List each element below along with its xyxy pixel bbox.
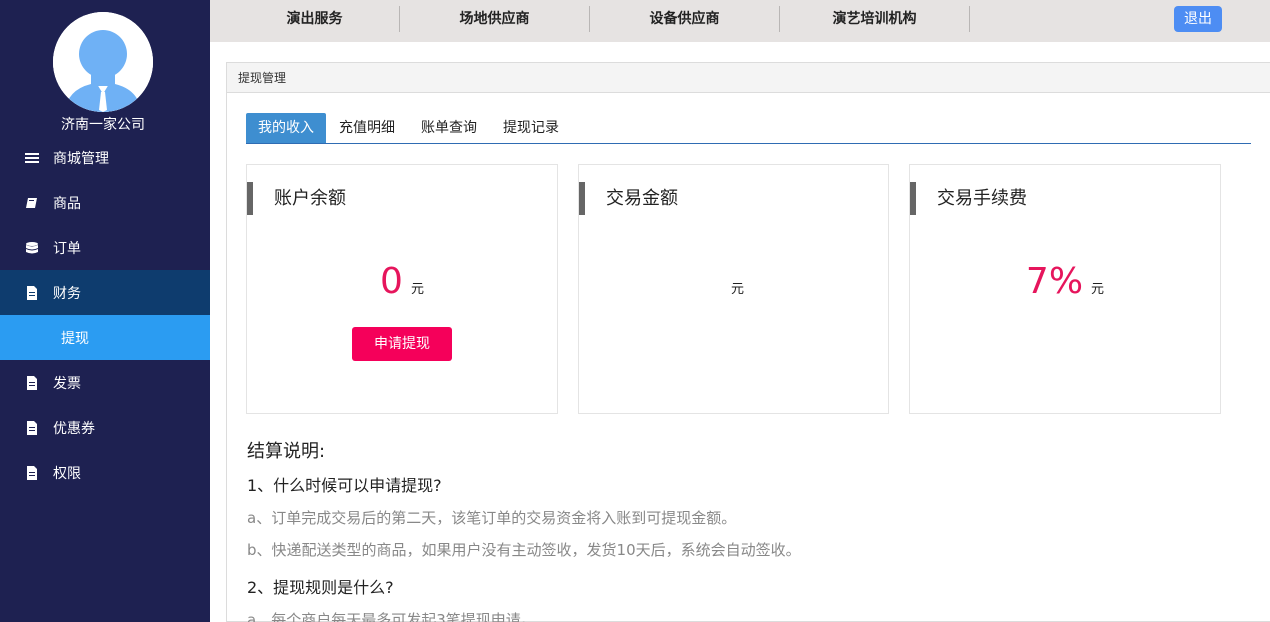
balance-value: 0	[380, 261, 403, 302]
company-name: 济南一家公司	[61, 117, 145, 133]
sidebar-item-finance[interactable]: 财务	[0, 270, 210, 315]
explain-title: 结算说明:	[247, 441, 326, 462]
card-title: 账户余额	[247, 182, 346, 215]
sidebar-item-label: 财务	[53, 285, 81, 302]
question-2: 2、提现规则是什么?	[247, 578, 394, 597]
card-title: 交易金额	[579, 182, 678, 215]
top-nav: 演出服务 场地供应商 设备供应商 演艺培训机构	[230, 6, 970, 32]
income-tabs: 我的收入 充值明细 账单查询 提现记录	[246, 113, 1251, 144]
answer-2a: a、每个商户每天最多可发起3笔提现申请。	[247, 611, 536, 622]
apply-withdraw-button[interactable]: 申请提现	[352, 327, 452, 361]
sidebar-item-invoice[interactable]: 发票	[0, 360, 210, 405]
file-icon	[25, 420, 39, 435]
avatar[interactable]	[53, 12, 153, 112]
sidebar-menu: 商城管理 商品 订单 财务 提现 发票 优惠券 权限	[0, 135, 210, 495]
user-avatar-icon	[53, 12, 153, 112]
amount-row: 元	[579, 261, 888, 302]
sidebar-item-label: 订单	[53, 240, 81, 257]
sidebar-item-label: 发票	[53, 375, 81, 392]
sidebar-item-label: 权限	[53, 465, 81, 482]
answer-1a: a、订单完成交易后的第二天，该笔订单的交易资金将入账到可提现金额。	[247, 509, 737, 527]
list-icon	[25, 151, 39, 165]
sidebar-item-permission[interactable]: 权限	[0, 450, 210, 495]
database-icon	[25, 241, 39, 255]
tab-my-income[interactable]: 我的收入	[246, 113, 326, 143]
logout-button[interactable]: 退出	[1174, 6, 1222, 32]
sidebar-subitem-withdraw[interactable]: 提现	[0, 315, 210, 360]
tab-recharge-detail[interactable]: 充值明细	[326, 113, 408, 143]
topnav-venue-supplier[interactable]: 场地供应商	[400, 6, 590, 32]
fee-value: 7%	[1025, 261, 1084, 302]
card-title: 交易手续费	[910, 182, 1027, 215]
balance-card: 账户余额 0元 申请提现	[246, 164, 558, 414]
top-navbar: 演出服务 场地供应商 设备供应商 演艺培训机构 退出	[210, 0, 1270, 42]
topnav-performance-service[interactable]: 演出服务	[230, 6, 400, 32]
sidebar-item-label: 商城管理	[53, 150, 109, 167]
fee-card: 交易手续费 7% 元	[909, 164, 1221, 414]
currency-unit: 元	[410, 282, 424, 297]
sidebar-item-orders[interactable]: 订单	[0, 225, 210, 270]
sidebar-item-label: 商品	[53, 195, 81, 212]
topnav-training-institution[interactable]: 演艺培训机构	[780, 6, 970, 32]
currency-unit: 元	[730, 282, 744, 297]
sidebar-item-mall[interactable]: 商城管理	[0, 135, 210, 180]
sidebar-item-label: 提现	[61, 330, 89, 347]
file-icon	[25, 285, 39, 300]
panel-title: 提现管理	[227, 63, 1270, 93]
settlement-explanation: 结算说明: 1、什么时候可以申请提现? a、订单完成交易后的第二天，该笔订单的交…	[247, 438, 1247, 622]
answer-1b: b、快递配送类型的商品，如果用户没有主动签收，发货10天后，系统会自动签收。	[247, 541, 801, 559]
tab-withdraw-record[interactable]: 提现记录	[490, 113, 572, 143]
sidebar: 济南一家公司 商城管理 商品 订单 财务 提现 发票 优惠券 权限	[0, 0, 210, 622]
sidebar-item-label: 优惠券	[53, 420, 95, 437]
sidebar-item-goods[interactable]: 商品	[0, 180, 210, 225]
question-1: 1、什么时候可以申请提现?	[247, 476, 442, 495]
amount-row: 7% 元	[910, 261, 1220, 302]
currency-unit: 元	[1091, 282, 1105, 297]
app-root: 济南一家公司 商城管理 商品 订单 财务 提现 发票 优惠券 权限 演出服务 场…	[0, 0, 1270, 622]
topnav-equipment-supplier[interactable]: 设备供应商	[590, 6, 780, 32]
tab-bill-query[interactable]: 账单查询	[408, 113, 490, 143]
trade-amount-card: 交易金额 元	[578, 164, 889, 414]
book-icon	[25, 196, 39, 210]
file-icon	[25, 375, 39, 390]
file-icon	[25, 465, 39, 480]
sidebar-item-coupon[interactable]: 优惠券	[0, 405, 210, 450]
amount-row: 0元	[247, 261, 557, 302]
